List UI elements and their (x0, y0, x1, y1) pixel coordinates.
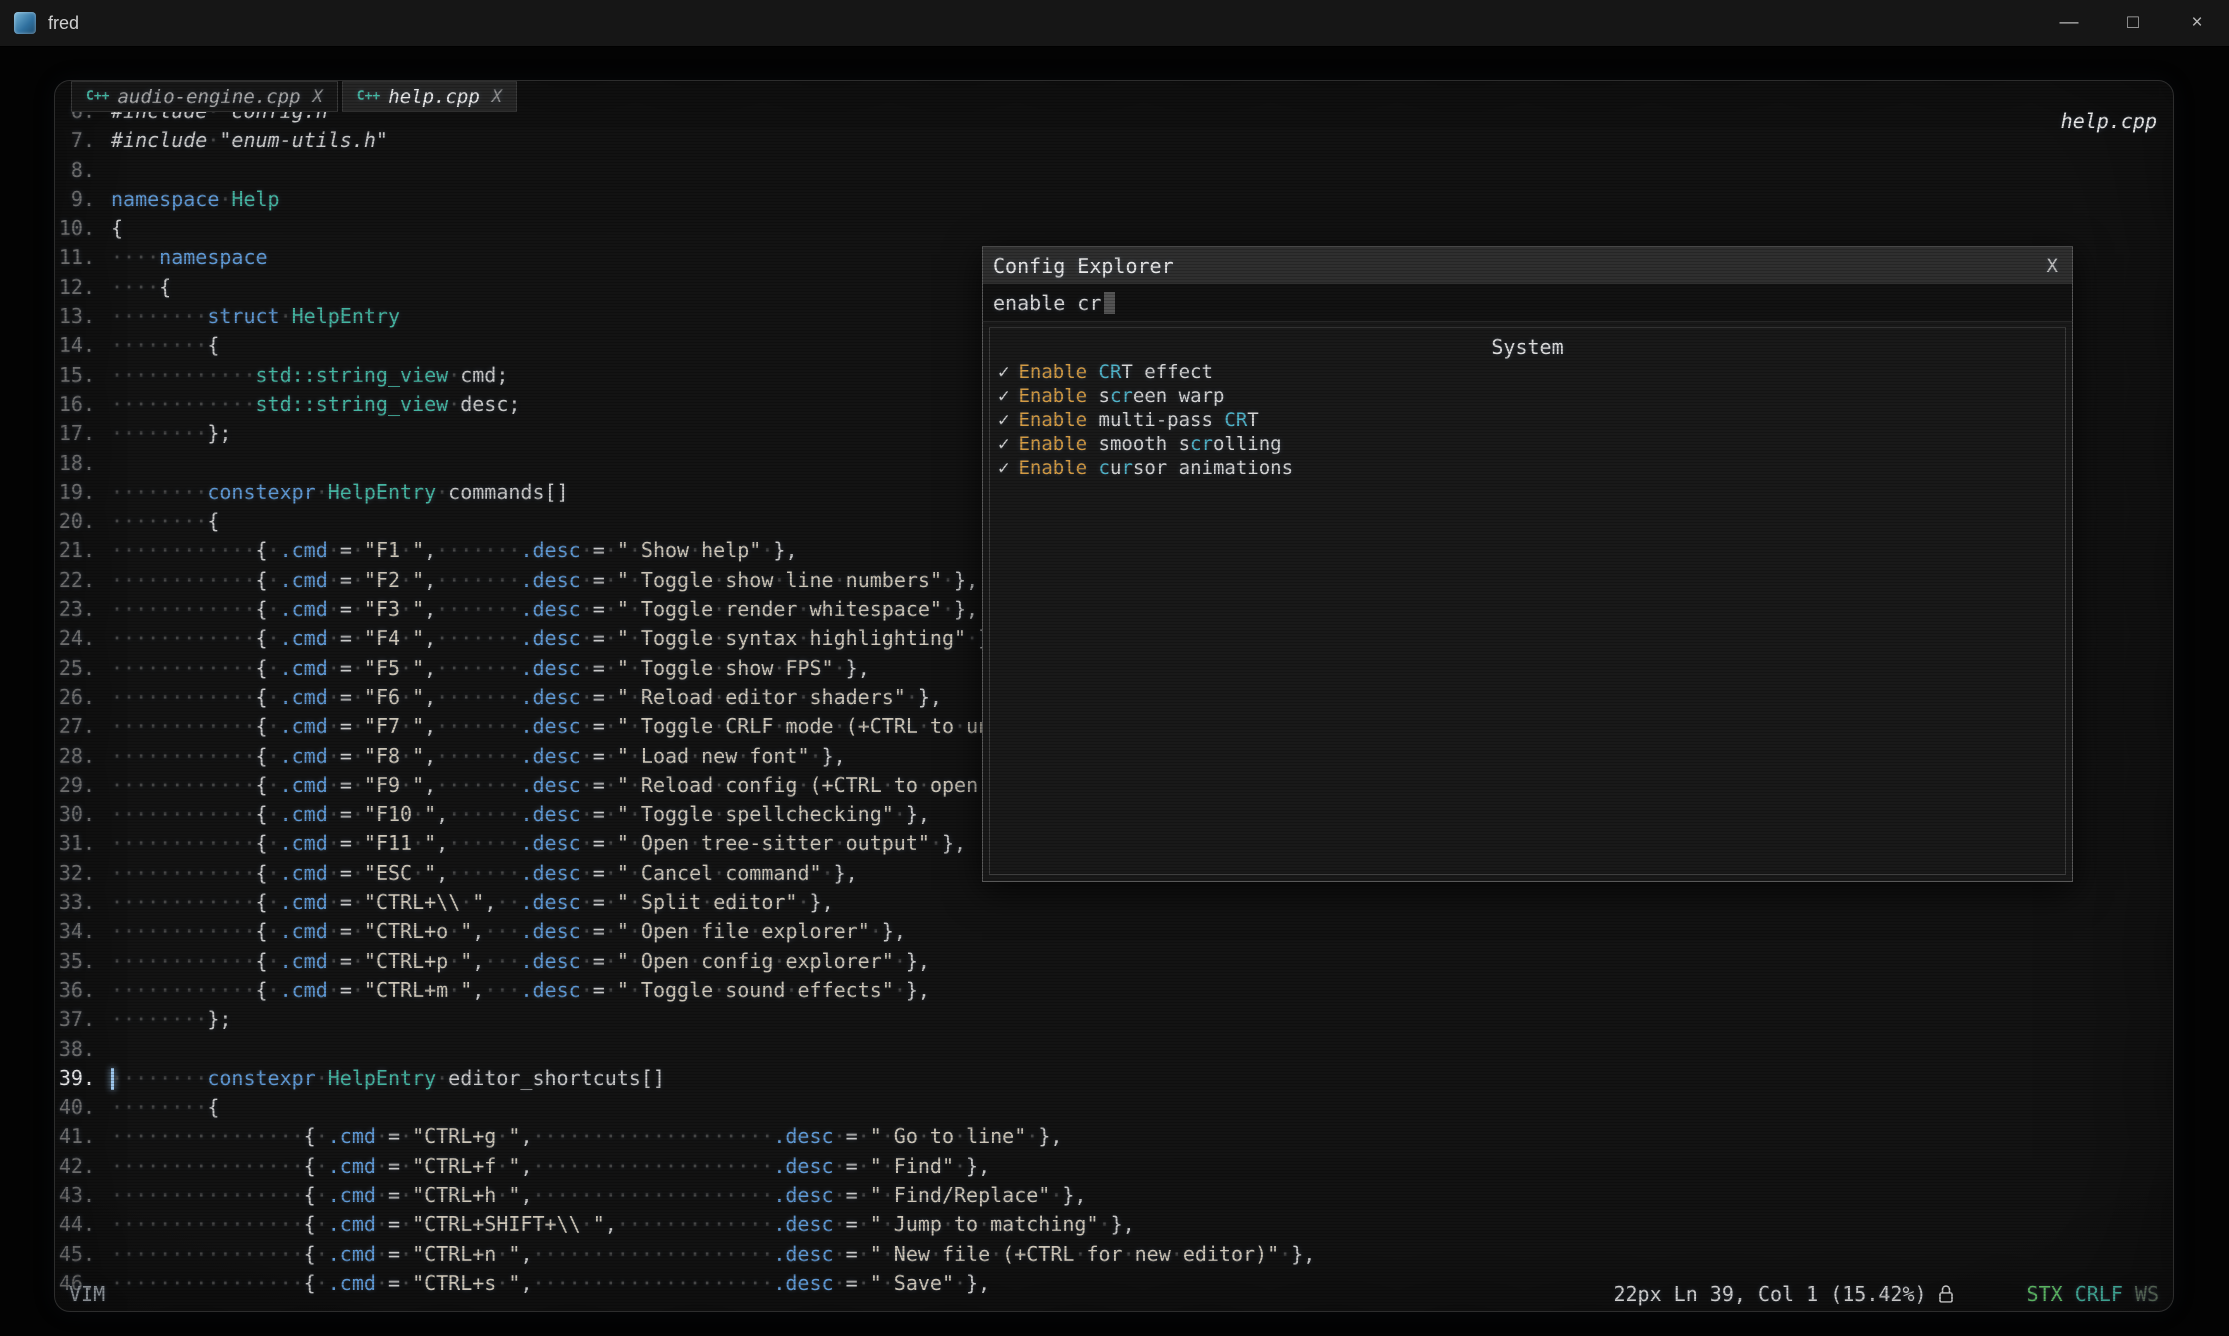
line-number: 19. (55, 478, 95, 507)
code-line[interactable]: 39.········constexpr·HelpEntry·editor_sh… (55, 1064, 1315, 1093)
tab-audio-engine-cpp[interactable]: C++ audio-engine.cpp X (71, 81, 338, 112)
line-number: 38. (55, 1035, 95, 1064)
config-explorer-header: Config Explorer X (983, 247, 2072, 284)
line-number: 23. (55, 595, 95, 624)
line-number: 27. (55, 712, 95, 741)
window-controls: — □ × (2037, 0, 2229, 46)
search-caret (1104, 292, 1115, 314)
vim-mode-indicator: VIM (69, 1282, 105, 1306)
maximize-button[interactable]: □ (2101, 0, 2165, 46)
code-line[interactable]: 34.············{·.cmd·=·"CTRL+o·",···.de… (55, 917, 1315, 946)
window-titlebar: fred — □ × (0, 0, 2229, 47)
line-number: 41. (55, 1122, 95, 1151)
line-number: 13. (55, 302, 95, 331)
line-number: 42. (55, 1152, 95, 1181)
line-number: 40. (55, 1093, 95, 1122)
line-number: 30. (55, 800, 95, 829)
line-number: 32. (55, 859, 95, 888)
checkbox-checked-icon[interactable]: ✓ (998, 409, 1009, 431)
line-number: 39. (55, 1064, 95, 1093)
config-explorer-close-icon[interactable]: X (2047, 255, 2072, 277)
checkbox-checked-icon[interactable]: ✓ (998, 433, 1009, 455)
line-number: 29. (55, 771, 95, 800)
line-number: 37. (55, 1005, 95, 1034)
line-number: 17. (55, 419, 95, 448)
tab-label: audio-engine.cpp (117, 86, 300, 108)
pane-filename-label: help.cpp (2061, 109, 2157, 133)
config-explorer-title: Config Explorer (983, 254, 1174, 278)
line-number: 11. (55, 243, 95, 272)
code-line[interactable]: 42.················{·.cmd·=·"CTRL+f·",··… (55, 1152, 1315, 1181)
window-title: fred (48, 13, 79, 34)
code-line[interactable]: 37.········}; (55, 1005, 1315, 1034)
code-line[interactable]: 35.············{·.cmd·=·"CTRL+p·",···.de… (55, 947, 1315, 976)
close-button[interactable]: × (2165, 0, 2229, 46)
line-number: 31. (55, 829, 95, 858)
line-number: 33. (55, 888, 95, 917)
line-number: 14. (55, 331, 95, 360)
code-line[interactable]: 10.{ (55, 214, 1315, 243)
code-line[interactable]: 38. (55, 1035, 1315, 1064)
line-number: 28. (55, 742, 95, 771)
checkbox-checked-icon[interactable]: ✓ (998, 457, 1009, 479)
line-number: 7. (55, 126, 95, 155)
line-number: 25. (55, 654, 95, 683)
line-number: 18. (55, 449, 95, 478)
cpp-file-icon: C++ (86, 89, 109, 104)
config-search-query: enable cr (993, 291, 1101, 315)
line-number: 21. (55, 536, 95, 565)
line-number: 8. (55, 156, 95, 185)
tab-label: help.cpp (388, 86, 480, 108)
config-search-input[interactable]: enable cr (983, 284, 2072, 322)
config-option[interactable]: ✓Enable multi-pass CRT (990, 408, 2065, 432)
line-number: 15. (55, 361, 95, 390)
code-line[interactable]: 45.················{·.cmd·=·"CTRL+n·",··… (55, 1240, 1315, 1269)
line-number: 34. (55, 917, 95, 946)
code-line[interactable]: 8. (55, 156, 1315, 185)
config-option[interactable]: ✓Enable CRT effect (990, 360, 2065, 384)
config-explorer-panel: Config Explorer X enable cr System ✓Enab… (982, 246, 2073, 882)
code-line[interactable]: 43.················{·.cmd·=·"CTRL+h·",··… (55, 1181, 1315, 1210)
line-number: 44. (55, 1210, 95, 1239)
line-number: 12. (55, 273, 95, 302)
editor-screen: C++ audio-engine.cpp X C++ help.cpp X help.cp… (54, 80, 2174, 1312)
line-number: 26. (55, 683, 95, 712)
status-bar: VIM 22px Ln 39, Col 1 (15.42%) STX CRLF … (55, 1279, 2173, 1309)
line-number: 36. (55, 976, 95, 1005)
config-options-list: System ✓Enable CRT effect✓Enable screen … (989, 327, 2066, 875)
code-line[interactable]: 36.············{·.cmd·=·"CTRL+m·",···.de… (55, 976, 1315, 1005)
app-icon (14, 12, 36, 34)
checkbox-checked-icon[interactable]: ✓ (998, 361, 1009, 383)
line-number: 16. (55, 390, 95, 419)
checkbox-checked-icon[interactable]: ✓ (998, 385, 1009, 407)
cursor-position-status: 22px Ln 39, Col 1 (15.42%) (1613, 1282, 1926, 1306)
lock-icon[interactable] (1937, 1283, 1955, 1305)
tab-close-icon[interactable]: X (492, 87, 502, 107)
config-option[interactable]: ✓Enable smooth scrolling (990, 432, 2065, 456)
code-line[interactable]: 7.#include·"enum-utils.h" (55, 126, 1315, 155)
tab-close-icon[interactable]: X (313, 87, 323, 107)
config-option[interactable]: ✓Enable cursor animations (990, 456, 2065, 480)
line-number: 35. (55, 947, 95, 976)
code-line[interactable]: 9.namespace·Help (55, 185, 1315, 214)
line-number: 20. (55, 507, 95, 536)
config-option[interactable]: ✓Enable screen warp (990, 384, 2065, 408)
code-line[interactable]: 33.············{·.cmd·=·"CTRL+\\·",··.de… (55, 888, 1315, 917)
code-line[interactable]: 44.················{·.cmd·=·"CTRL+SHIFT+… (55, 1210, 1315, 1239)
minimize-button[interactable]: — (2037, 0, 2101, 46)
line-number: 10. (55, 214, 95, 243)
config-section-header: System (990, 334, 2065, 360)
line-number: 22. (55, 566, 95, 595)
code-line[interactable]: 40.········{ (55, 1093, 1315, 1122)
line-number: 43. (55, 1181, 95, 1210)
line-number: 45. (55, 1240, 95, 1269)
line-number: 9. (55, 185, 95, 214)
file-format-flags: STX CRLF WS (2027, 1282, 2159, 1306)
line-number: 24. (55, 624, 95, 653)
cpp-file-icon: C++ (357, 89, 380, 104)
tab-help-cpp[interactable]: C++ help.cpp X (342, 81, 517, 112)
tab-bar: C++ audio-engine.cpp X C++ help.cpp X (71, 81, 521, 112)
code-line[interactable]: 41.················{·.cmd·=·"CTRL+g·",··… (55, 1122, 1315, 1151)
